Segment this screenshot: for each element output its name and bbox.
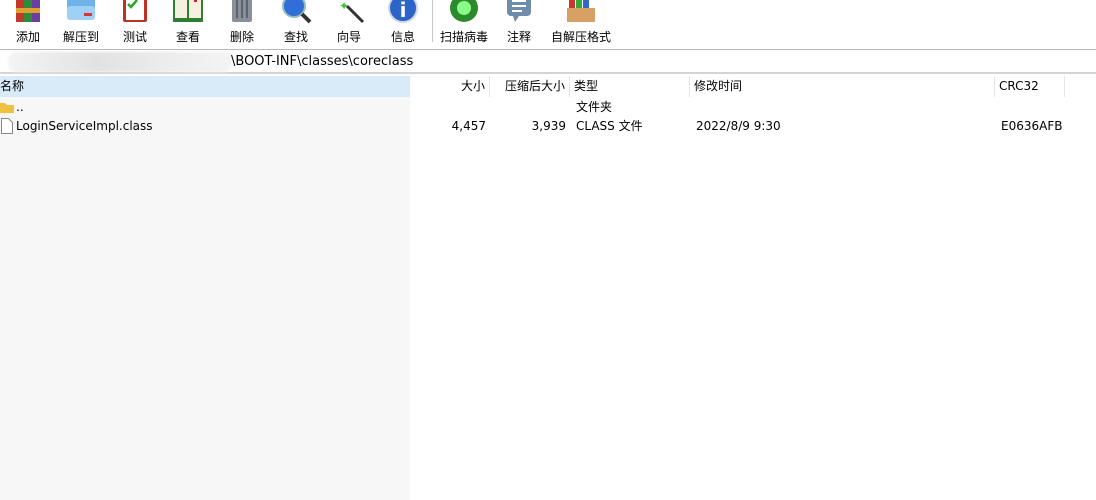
sfx-label: 自解压格式 xyxy=(550,30,611,44)
file-list: 名称 大小 压缩后大小 类型 修改时间 CRC32 .. 文件夹 LoginSe… xyxy=(0,76,1096,500)
item-modified: 2022/8/9 9:30 xyxy=(696,119,781,133)
trash-icon xyxy=(232,0,252,22)
item-type: CLASS 文件 xyxy=(576,119,643,133)
svg-text:✦: ✦ xyxy=(339,0,349,13)
header-size[interactable]: 大小 xyxy=(410,76,490,97)
header-crc[interactable]: CRC32 xyxy=(995,76,1065,97)
extract-folder-icon xyxy=(67,0,95,20)
item-size: 4,457 xyxy=(451,119,486,133)
svg-text:i: i xyxy=(400,0,407,22)
test-checklist-icon xyxy=(123,0,147,22)
view-book-icon xyxy=(173,0,203,22)
wizard-wand-icon: ✦ xyxy=(339,0,365,24)
header-name[interactable]: 名称 xyxy=(0,76,410,97)
item-crc: E0636AFB xyxy=(1001,119,1063,133)
item-type: 文件夹 xyxy=(576,100,613,114)
item-name: LoginServiceImpl.class xyxy=(16,119,153,133)
item-packed: 3,939 xyxy=(531,119,566,133)
redacted-path xyxy=(8,52,232,72)
virus-scan-icon xyxy=(450,0,478,22)
list-item[interactable]: LoginServiceImpl.class 4,457 3,939 CLASS… xyxy=(0,117,1096,136)
toolbar: 添加 解压到 测试 查看 删除 查找 ✦ 向导 i 信息 扫描病毒 注释 自解压… xyxy=(0,0,1096,46)
address-path: \BOOT-INF\classes\coreclass xyxy=(231,54,414,69)
header-packed[interactable]: 压缩后大小 xyxy=(490,76,570,97)
name-column-bg xyxy=(0,76,410,500)
address-bar[interactable]: \BOOT-INF\classes\coreclass xyxy=(0,49,1096,74)
comment-icon xyxy=(507,0,531,22)
comment-button[interactable]: 注释 xyxy=(492,0,546,46)
header-modified[interactable]: 修改时间 xyxy=(690,76,995,97)
header-type[interactable]: 类型 xyxy=(570,76,690,97)
info-button[interactable]: i 信息 xyxy=(376,0,430,46)
info-icon: i xyxy=(388,0,418,23)
list-item[interactable]: .. 文件夹 xyxy=(0,98,1096,117)
sfx-button[interactable]: 自解压格式 xyxy=(551,0,611,46)
sfx-box-icon xyxy=(567,0,595,22)
archive-books-icon xyxy=(16,0,40,22)
column-header: 名称 大小 压缩后大小 类型 修改时间 CRC32 xyxy=(0,76,1096,97)
magnifier-icon xyxy=(282,0,312,24)
item-name: .. xyxy=(16,100,24,114)
